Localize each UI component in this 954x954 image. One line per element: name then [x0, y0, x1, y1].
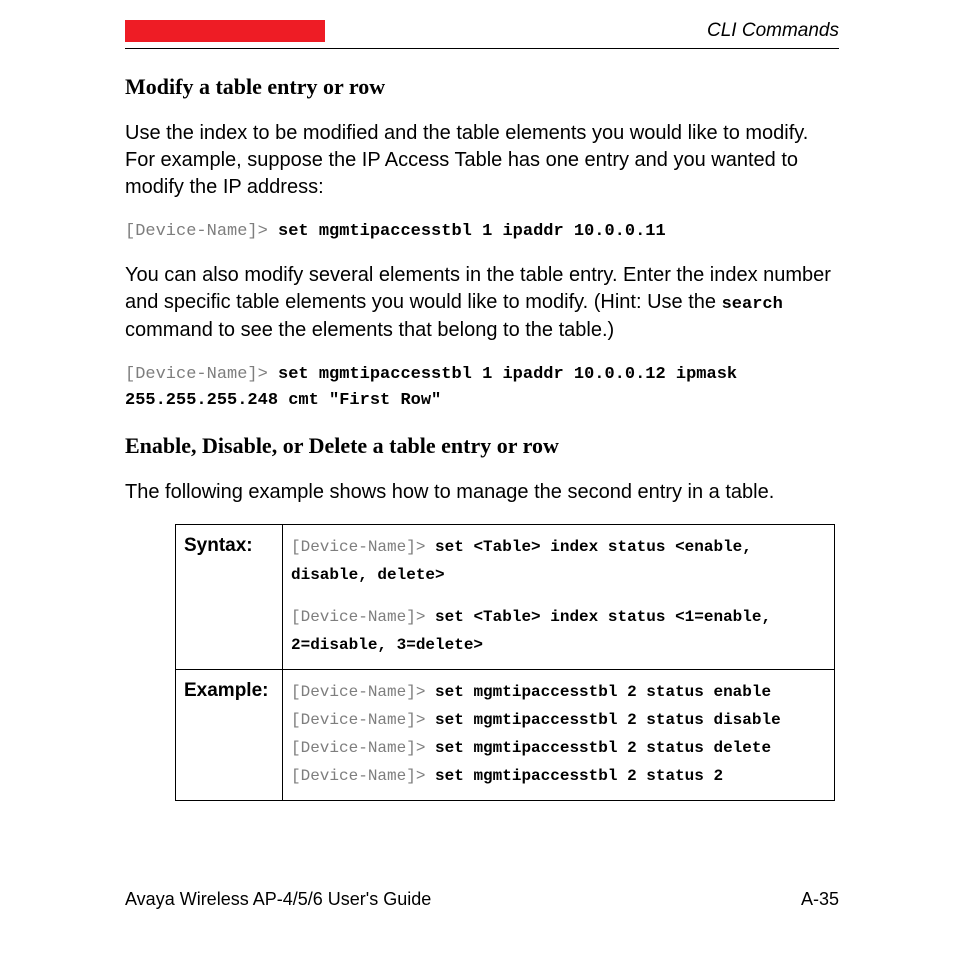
cell-syntax-body: [Device-Name]> set <Table> index status …: [283, 524, 835, 669]
header-section-label: CLI Commands: [707, 20, 839, 42]
code-command: set mgmtipaccesstbl 2 status 2: [435, 767, 723, 785]
document-page: CLI Commands Modify a table entry or row…: [0, 0, 954, 954]
page-header: CLI Commands: [125, 20, 839, 48]
code-prompt: [Device-Name]>: [125, 222, 278, 241]
code-block-modify-cmd1: [Device-Name]> set mgmtipaccesstbl 1 ipa…: [125, 219, 839, 245]
section-heading-enable: Enable, Disable, or Delete a table entry…: [125, 431, 839, 461]
code-prompt: [Device-Name]>: [291, 739, 435, 757]
footer-right: A-35: [801, 889, 839, 910]
example-line-2: [Device-Name]> set mgmtipaccesstbl 2 sta…: [291, 706, 826, 734]
example-line-1: [Device-Name]> set mgmtipaccesstbl 2 sta…: [291, 678, 826, 706]
example-line-3: [Device-Name]> set mgmtipaccesstbl 2 sta…: [291, 734, 826, 762]
code-command: set mgmtipaccesstbl 2 status delete: [435, 739, 771, 757]
cell-example-label: Example:: [176, 669, 283, 800]
code-prompt: [Device-Name]>: [291, 608, 435, 626]
code-command: set mgmtipaccesstbl 2 status enable: [435, 683, 771, 701]
code-block-modify-cmd2: [Device-Name]> set mgmtipaccesstbl 1 ipa…: [125, 362, 839, 413]
code-prompt: [Device-Name]>: [125, 365, 278, 384]
table-row: Syntax: [Device-Name]> set <Table> index…: [176, 524, 835, 669]
inline-code-search: search: [722, 295, 783, 314]
paragraph-modify-intro: Use the index to be modified and the tab…: [125, 120, 839, 201]
code-prompt: [Device-Name]>: [291, 683, 435, 701]
text-fragment: command to see the elements that belong …: [125, 319, 614, 341]
code-prompt: [Device-Name]>: [291, 767, 435, 785]
header-rule: [125, 48, 839, 49]
footer-left: Avaya Wireless AP-4/5/6 User's Guide: [125, 889, 431, 910]
code-command: set mgmtipaccesstbl 1 ipaddr 10.0.0.11: [278, 222, 666, 241]
header-red-bar: [125, 20, 325, 42]
section-heading-modify: Modify a table entry or row: [125, 72, 839, 102]
cell-example-body: [Device-Name]> set mgmtipaccesstbl 2 sta…: [283, 669, 835, 800]
code-prompt: [Device-Name]>: [291, 711, 435, 729]
table-row: Example: [Device-Name]> set mgmtipaccess…: [176, 669, 835, 800]
page-content: Modify a table entry or row Use the inde…: [125, 72, 839, 801]
code-prompt: [Device-Name]>: [291, 538, 435, 556]
syntax-line-2: [Device-Name]> set <Table> index status …: [291, 603, 826, 659]
syntax-example-table: Syntax: [Device-Name]> set <Table> index…: [175, 524, 835, 801]
example-line-4: [Device-Name]> set mgmtipaccesstbl 2 sta…: [291, 762, 826, 790]
paragraph-modify-p2: You can also modify several elements in …: [125, 262, 839, 344]
syntax-line-1: [Device-Name]> set <Table> index status …: [291, 533, 826, 589]
paragraph-enable-intro: The following example shows how to manag…: [125, 479, 839, 506]
cell-syntax-label: Syntax:: [176, 524, 283, 669]
page-footer: Avaya Wireless AP-4/5/6 User's Guide A-3…: [125, 889, 839, 910]
code-command: set mgmtipaccesstbl 2 status disable: [435, 711, 781, 729]
